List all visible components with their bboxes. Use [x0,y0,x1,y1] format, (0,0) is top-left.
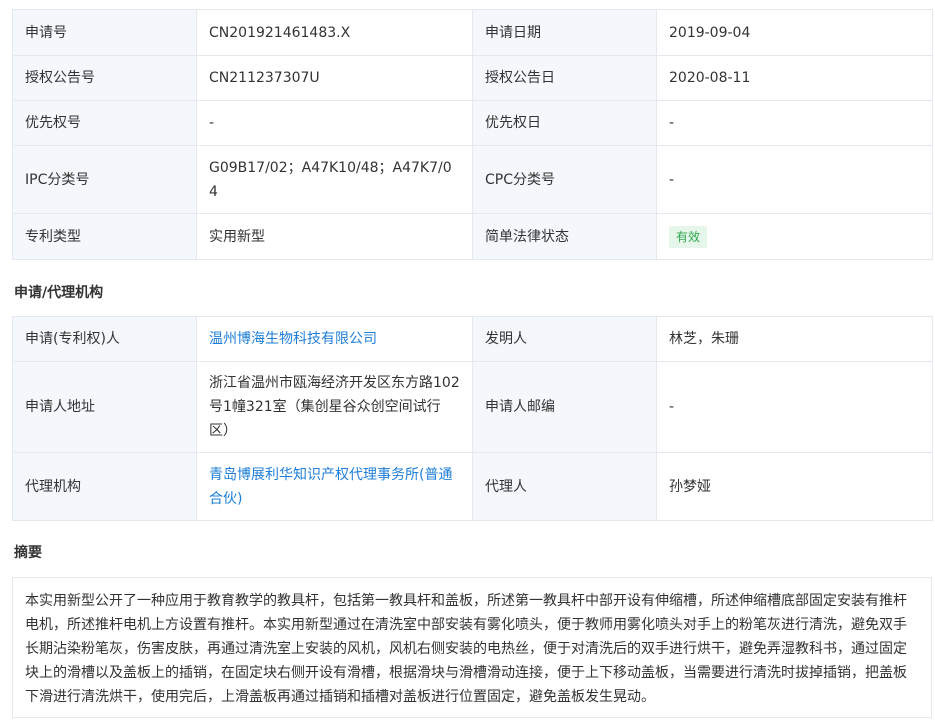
patent-type-label: 专利类型 [12,213,197,260]
applicant-postcode-value: - [656,361,933,453]
applicant-postcode-label: 申请人邮编 [472,361,657,453]
priority-date-label: 优先权日 [472,100,657,146]
agent-label: 代理人 [472,452,657,521]
priority-number-label: 优先权号 [12,100,197,146]
table-row: 申请人地址 浙江省温州市瓯海经济开发区东方路102号1幢321室（集创星谷众创空… [12,361,933,453]
table-row: 专利类型 实用新型 简单法律状态 有效 [12,213,933,260]
table-row: IPC分类号 G09B17/02；A47K10/48；A47K7/04 CPC分… [12,145,933,214]
grant-date-label: 授权公告日 [472,55,657,101]
grant-date-value: 2020-08-11 [656,55,933,101]
inventor-label: 发明人 [472,316,657,362]
table-row: 申请号 CN201921461483.X 申请日期 2019-09-04 [12,9,933,56]
inventor-value: 林芝，朱珊 [656,316,933,362]
legal-status-label: 简单法律状态 [472,213,657,260]
table-row: 授权公告号 CN211237307U 授权公告日 2020-08-11 [12,55,933,101]
priority-date-value: - [656,100,933,146]
agency-link[interactable]: 青岛博展利华知识产权代理事务所(普通合伙) [209,467,452,507]
agency-cell: 青岛博展利华知识产权代理事务所(普通合伙) [196,452,473,521]
table-row: 代理机构 青岛博展利华知识产权代理事务所(普通合伙) 代理人 孙梦娅 [12,452,933,521]
application-date-value: 2019-09-04 [656,9,933,56]
cpc-value: - [656,145,933,214]
abstract-section-title: 摘要 [14,545,42,561]
agency-section-title: 申请/代理机构 [14,285,104,301]
applicant-link[interactable]: 温州博海生物科技有限公司 [209,331,377,347]
applicant-address-label: 申请人地址 [12,361,197,453]
agency-table: 申请(专利权)人 温州博海生物科技有限公司 发明人 林芝，朱珊 申请人地址 浙江… [12,316,933,521]
ipc-label: IPC分类号 [12,145,197,214]
application-number-label: 申请号 [12,9,197,56]
grant-number-value: CN211237307U [196,55,473,101]
status-badge: 有效 [669,225,708,248]
table-row: 申请(专利权)人 温州博海生物科技有限公司 发明人 林芝，朱珊 [12,316,933,362]
basic-info-table: 申请号 CN201921461483.X 申请日期 2019-09-04 授权公… [12,9,933,260]
agent-value: 孙梦娅 [656,452,933,521]
application-date-label: 申请日期 [472,9,657,56]
patent-type-value: 实用新型 [196,213,473,260]
applicant-label: 申请(专利权)人 [12,316,197,362]
legal-status-cell: 有效 [656,213,933,260]
cpc-label: CPC分类号 [472,145,657,214]
ipc-value: G09B17/02；A47K10/48；A47K7/04 [196,145,473,214]
agency-label: 代理机构 [12,452,197,521]
priority-number-value: - [196,100,473,146]
applicant-address-value: 浙江省温州市瓯海经济开发区东方路102号1幢321室（集创星谷众创空间试行区） [196,361,473,453]
grant-number-label: 授权公告号 [12,55,197,101]
application-number-value: CN201921461483.X [196,9,473,56]
abstract-text: 本实用新型公开了一种应用于教育教学的教具杆，包括第一教具杆和盖板，所述第一教具杆… [12,577,932,718]
applicant-cell: 温州博海生物科技有限公司 [196,316,473,362]
table-row: 优先权号 - 优先权日 - [12,100,933,146]
